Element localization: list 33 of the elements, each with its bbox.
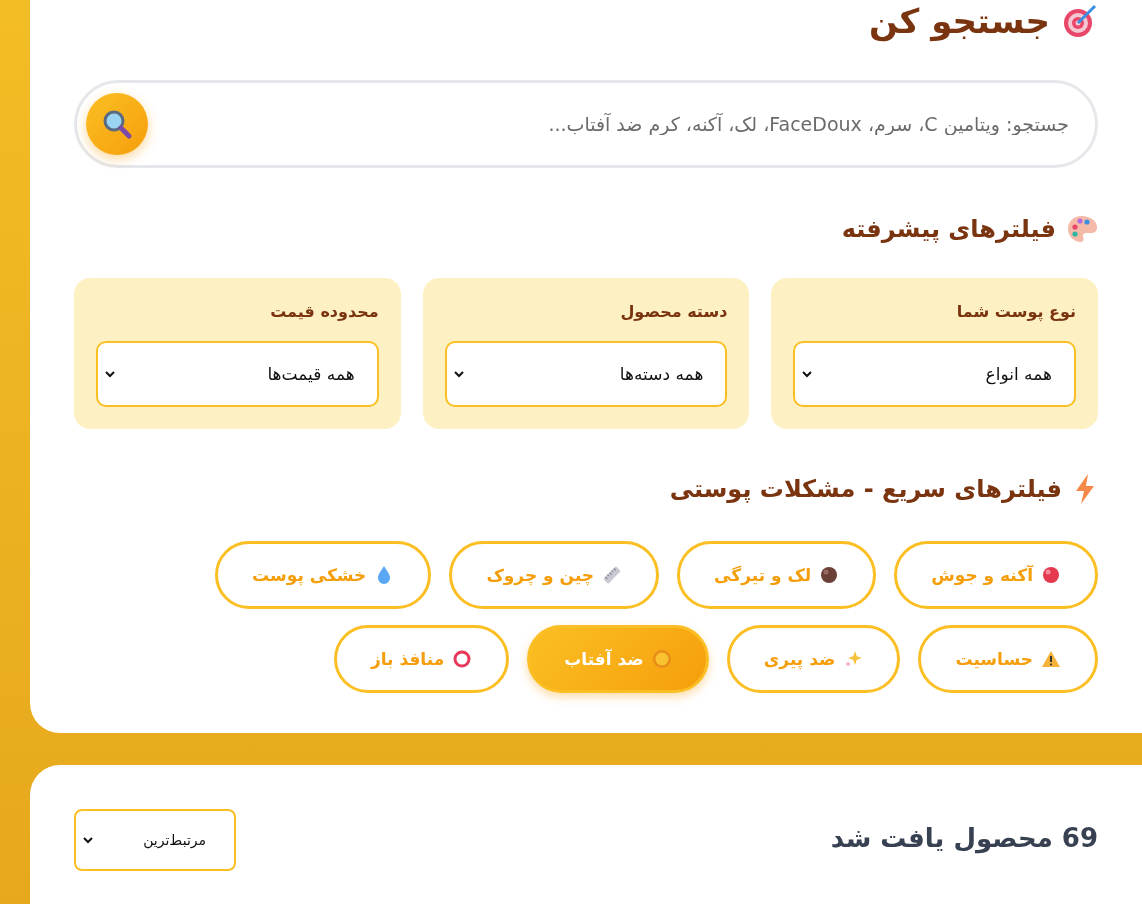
filter-chip[interactable]: خشکی پوست [215, 541, 432, 609]
filter-label: دسته محصول [619, 302, 728, 321]
chevron-down-icon [801, 368, 814, 380]
ball-icon [819, 565, 840, 585]
filter-chip[interactable]: آکنه و جوش [894, 541, 1098, 609]
filter-chip[interactable]: چین و چروک [449, 541, 660, 609]
section-title: جستجو کن [869, 1, 1050, 41]
filter-select[interactable]: همه انواع [793, 341, 1076, 407]
sparkles-icon [843, 649, 864, 669]
chevron-down-icon [452, 368, 465, 380]
chevron-down-icon [82, 834, 94, 846]
filter-select[interactable]: همه دسته‌ها [444, 341, 728, 407]
section-title: فیلترهای سریع - مشکلات پوستی [669, 475, 1062, 503]
sort-select[interactable]: مرتبط‌ترین [74, 809, 236, 871]
ring-icon [452, 649, 473, 669]
filter-chip[interactable]: ضد آفتاب [527, 625, 709, 693]
target-icon [1062, 3, 1098, 39]
filter-chip[interactable]: ضد پیری [726, 625, 901, 693]
sun-icon [651, 649, 672, 669]
search-icon [101, 108, 133, 140]
filter-chip[interactable]: حساسیت [918, 625, 1098, 693]
filter-label: نوع پوست شما [955, 302, 1076, 321]
filter-chip[interactable]: لک و تیرگی [677, 541, 877, 609]
warning-icon [1041, 649, 1061, 669]
filter-chip[interactable]: منافذ باز [333, 625, 510, 693]
results-count: 69 محصول یافت شد [830, 823, 1098, 853]
palette-icon [1066, 214, 1098, 244]
search-field[interactable]: جستجو: ویتامین C، سرم، FaceDoux، لک، آکنه، کرم ضد آفتاب... [74, 80, 1098, 168]
filter-label: محدوده قیمت [269, 302, 379, 321]
ball-icon [1041, 565, 1061, 585]
filter-select[interactable]: همه قیمت‌ها [96, 341, 379, 407]
section-title: فیلترهای پیشرفته [841, 215, 1056, 243]
chevron-down-icon [104, 368, 116, 380]
